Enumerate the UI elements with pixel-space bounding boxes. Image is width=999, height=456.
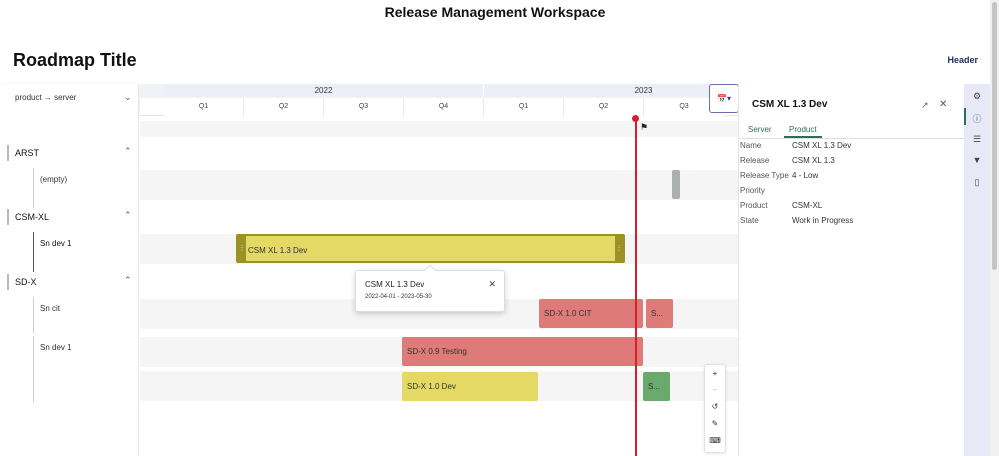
group-label-arst[interactable]: ARST — [15, 148, 39, 158]
quarter-label: Q1 — [164, 98, 244, 116]
header-link[interactable]: Header — [947, 55, 978, 65]
reset-icon[interactable]: ↺ — [705, 402, 725, 411]
zoom-in-icon[interactable]: + — [705, 369, 725, 378]
group-indicator — [7, 274, 9, 290]
scrollbar-thumb[interactable] — [992, 2, 997, 270]
property-value: CSM-XL — [792, 201, 823, 210]
group-indicator — [7, 209, 9, 225]
release-bar[interactable]: SD-X 0.9 Testing — [402, 337, 643, 366]
property-key: Priority — [740, 186, 765, 195]
today-dot — [632, 115, 639, 122]
quarter-label: Q4 — [404, 98, 484, 116]
release-bar-selected[interactable]: ⋮ CSM XL 1.3 Dev ⋮ — [236, 234, 625, 263]
subrow-label: Sn dev 1 — [40, 343, 72, 352]
keyboard-icon[interactable]: ⌨ — [705, 436, 725, 445]
release-bar[interactable] — [672, 170, 680, 199]
page-scrollbar[interactable] — [990, 0, 999, 456]
detail-panel: CSM XL 1.3 Dev ↗ ✕ Server Product Name C… — [738, 84, 965, 456]
group-indicator — [7, 145, 9, 161]
edit-icon[interactable]: ✎ — [705, 419, 725, 428]
close-icon[interactable]: ✕ — [488, 279, 496, 290]
property-value: 4 - Low — [792, 171, 819, 180]
filter-icon[interactable]: ▼ — [964, 155, 990, 165]
tooltip-arrow — [424, 264, 436, 276]
grouping-label: product → server — [15, 93, 77, 102]
property-key: Release Type — [740, 171, 789, 180]
release-bar-label: SD-X 1.0 Dev — [407, 382, 456, 391]
timeline-row-band — [140, 121, 738, 137]
right-icon-rail: ⚙ ⓘ ☰ ▼ ▯ — [964, 84, 990, 456]
subrow-indicator — [33, 297, 34, 333]
drag-handle-left[interactable]: ⋮ — [238, 236, 246, 261]
tab-product[interactable]: Product — [784, 125, 822, 138]
subrow-indicator — [33, 336, 34, 402]
flag-icon: ⚑ — [640, 122, 649, 132]
zoom-out-icon[interactable]: – — [705, 385, 725, 394]
drag-handle-right[interactable]: ⋮ — [615, 236, 623, 261]
bookmark-icon[interactable]: ▯ — [964, 177, 990, 188]
chevron-up-icon[interactable]: ⌃ — [124, 210, 132, 221]
close-icon[interactable]: ✕ — [939, 99, 947, 110]
release-bar[interactable]: SD-X 1.0 Dev — [402, 372, 538, 401]
release-bar-label: S... — [648, 382, 661, 391]
subrow-indicator — [33, 168, 34, 208]
release-bar-label: SD-X 1.0 CIT — [544, 309, 592, 318]
release-bar-label: S... — [651, 309, 664, 318]
quarter-label: Q2 — [244, 98, 324, 116]
left-tree-panel: ARST ⌃ (empty) CSM-XL ⌃ Sn dev 1 SD-X ⌃ … — [0, 113, 139, 456]
year-label: 2022 — [164, 84, 484, 97]
calendar-dropdown-button[interactable]: 📅▾ — [709, 84, 739, 113]
tooltip-dates: 2022-04-01 - 2023-05-30 — [365, 294, 432, 300]
release-bar[interactable]: S... — [643, 372, 670, 401]
today-line — [635, 118, 637, 456]
tooltip-title: CSM XL 1.3 Dev — [365, 280, 425, 289]
info-icon[interactable]: ⓘ — [964, 112, 990, 125]
grouping-select[interactable]: product → server ⌄ — [0, 84, 139, 113]
open-external-icon[interactable]: ↗ — [921, 100, 929, 111]
release-bar[interactable]: S... — [646, 299, 673, 328]
bar-tooltip: CSM XL 1.3 Dev 2022-04-01 - 2023-05-30 ✕ — [355, 264, 505, 312]
roadmap-title: Roadmap Title — [13, 50, 137, 70]
caret-down-icon: ▾ — [726, 94, 731, 103]
release-bar[interactable]: SD-X 1.0 CIT — [539, 299, 643, 328]
detail-tabs: Server Product — [739, 125, 965, 139]
zoom-controls: + – ↺ ✎ ⌨ — [704, 364, 726, 453]
quarter-label: Q1 — [484, 98, 564, 116]
app-window-title: Release Management Workspace — [384, 4, 606, 20]
release-bar-label: SD-X 0.9 Testing — [407, 347, 467, 356]
property-key: Release — [740, 156, 770, 165]
tab-server[interactable]: Server — [748, 125, 772, 136]
calendar-icon: 📅 — [717, 94, 727, 103]
group-label-sd-x[interactable]: SD-X — [15, 277, 37, 287]
property-key: Product — [740, 201, 768, 210]
chevron-down-icon: ⌄ — [124, 92, 132, 102]
property-key: Name — [740, 141, 762, 150]
quarter-label: Q3 — [324, 98, 404, 116]
property-value: Work in Progress — [792, 216, 854, 225]
list-icon[interactable]: ☰ — [964, 134, 990, 145]
property-value: CSM XL 1.3 Dev — [792, 141, 852, 150]
settings-icon[interactable]: ⚙ — [964, 91, 990, 102]
subrow-label: Sn dev 1 — [40, 239, 72, 248]
property-key: State — [740, 216, 759, 225]
chevron-up-icon[interactable]: ⌃ — [124, 146, 132, 157]
timeline-row-band — [140, 170, 738, 200]
subrow-label: Sn cit — [40, 304, 61, 313]
detail-title: CSM XL 1.3 Dev — [752, 99, 828, 110]
quarter-label: Q2 — [564, 98, 644, 116]
subrow-label: (empty) — [40, 175, 68, 184]
chevron-up-icon[interactable]: ⌃ — [124, 275, 132, 286]
subrow-indicator — [33, 232, 34, 272]
group-label-csm-xl[interactable]: CSM-XL — [15, 212, 49, 222]
property-value: CSM XL 1.3 — [792, 156, 835, 165]
release-bar-label: CSM XL 1.3 Dev — [248, 246, 308, 255]
